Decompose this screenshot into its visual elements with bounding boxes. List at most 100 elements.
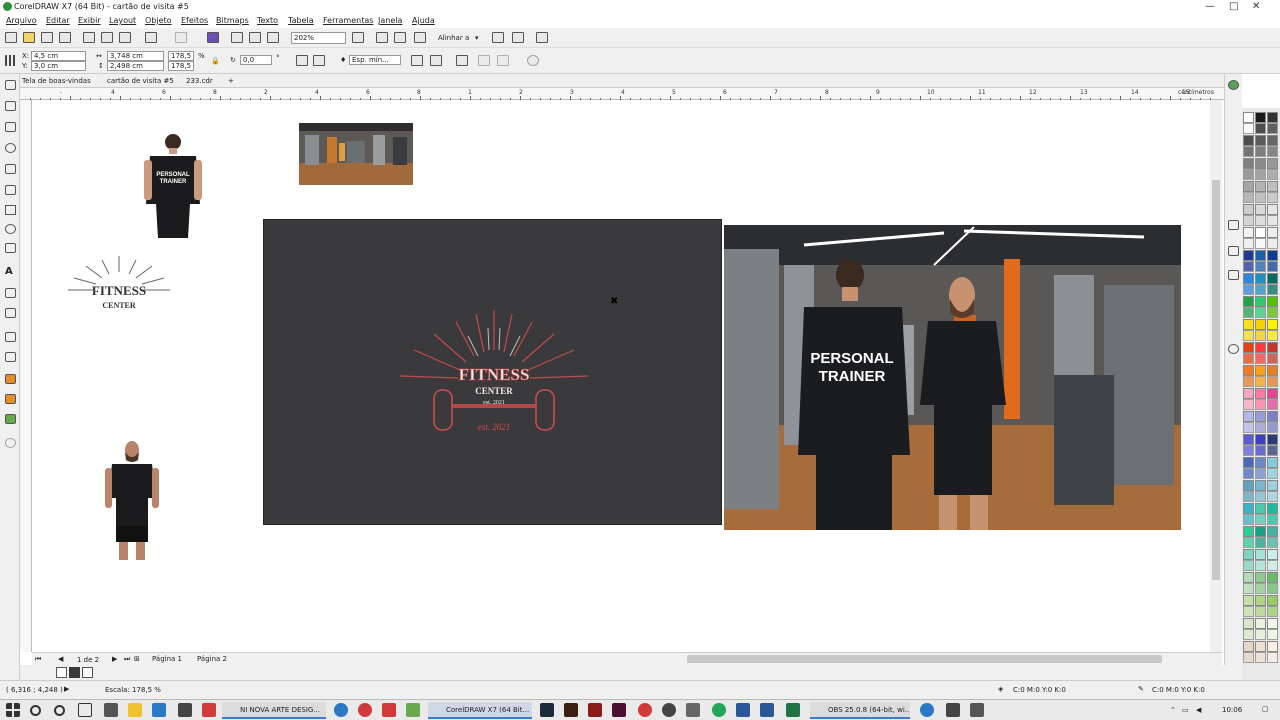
color-swatch[interactable] (1243, 296, 1254, 307)
color-swatch[interactable] (1267, 537, 1278, 548)
color-swatch[interactable] (1267, 261, 1278, 272)
object-manager-icon[interactable] (1228, 246, 1239, 256)
whatsapp-icon[interactable] (712, 703, 726, 717)
color-swatch[interactable] (1243, 250, 1254, 261)
illustrator-icon[interactable] (564, 703, 578, 717)
color-swatch[interactable] (1243, 261, 1254, 272)
color-swatch[interactable] (1267, 296, 1278, 307)
align-dropdown[interactable]: Alinhar a (438, 34, 469, 42)
tab-page-2[interactable]: Página 2 (197, 655, 227, 663)
tab-page-1[interactable]: Página 1 (152, 655, 182, 663)
color-swatch[interactable] (1243, 158, 1254, 169)
color-swatch[interactable] (1255, 273, 1266, 284)
snap-grid-icon[interactable] (394, 32, 406, 43)
color-swatch[interactable] (1267, 549, 1278, 560)
tab-233[interactable]: 233.cdr (186, 77, 213, 85)
color-swatch[interactable] (1255, 549, 1266, 560)
color-swatch[interactable] (1243, 514, 1254, 525)
pdf-icon[interactable] (588, 703, 602, 717)
color-swatch[interactable] (1255, 123, 1266, 134)
color-swatch[interactable] (1255, 181, 1266, 192)
color-swatch[interactable] (1267, 583, 1278, 594)
color-swatch[interactable] (1255, 112, 1266, 123)
y-position-input[interactable]: 3,0 cm (31, 61, 86, 71)
color-swatch[interactable] (1267, 652, 1278, 663)
tray-chevron-icon[interactable]: ⌃ (1170, 706, 1176, 714)
color-swatch[interactable] (1267, 411, 1278, 422)
hints-icon[interactable] (1228, 80, 1239, 90)
color-swatch[interactable] (1267, 135, 1278, 146)
color-swatch[interactable] (1255, 652, 1266, 663)
color-swatch[interactable] (1243, 319, 1254, 330)
horizontal-scrollbar[interactable] (632, 652, 1222, 665)
connector-tool-icon[interactable] (5, 308, 16, 318)
color-swatch[interactable] (1243, 342, 1254, 353)
color-swatch[interactable] (1267, 560, 1278, 571)
search-icon[interactable] (30, 705, 41, 716)
color-swatch[interactable] (1267, 491, 1278, 502)
color-swatch[interactable] (1255, 169, 1266, 180)
search-content-icon[interactable] (207, 32, 219, 43)
color-swatch[interactable] (1243, 135, 1254, 146)
zoom-level-select[interactable]: 202% (291, 32, 346, 44)
music-icon[interactable] (662, 703, 676, 717)
smart-fill-icon[interactable] (5, 414, 16, 424)
mail-icon[interactable] (152, 703, 166, 717)
color-swatch[interactable] (1267, 112, 1278, 123)
color-swatch[interactable] (1267, 572, 1278, 583)
taskbar-window-obs[interactable]: OBS 25.0.8 (64-bit, wi... (810, 702, 910, 719)
color-swatch[interactable] (1255, 445, 1266, 456)
color-swatch[interactable] (1243, 411, 1254, 422)
color-swatch[interactable] (1255, 399, 1266, 410)
redo-icon[interactable] (175, 32, 187, 43)
taskbar-window-coreldraw[interactable]: CorelDRAW X7 (64 Bit... (428, 702, 532, 719)
color-swatch[interactable] (1267, 215, 1278, 226)
publish-pdf-icon[interactable] (267, 32, 279, 43)
menu-layout[interactable]: Layout (109, 16, 136, 25)
color-styles-icon[interactable] (1228, 270, 1239, 280)
gym-thumbnail-image[interactable] (299, 123, 413, 185)
color-swatch[interactable] (1267, 353, 1278, 364)
color-swatch[interactable] (1243, 641, 1254, 652)
color-swatch[interactable] (1267, 227, 1278, 238)
color-swatch[interactable] (1243, 192, 1254, 203)
color-swatch[interactable] (1243, 526, 1254, 537)
color-swatch[interactable] (1255, 560, 1266, 571)
add-page-button[interactable]: ⊞ (134, 655, 140, 663)
color-swatch[interactable] (1243, 388, 1254, 399)
color-swatch[interactable] (1243, 572, 1254, 583)
color-swatch[interactable] (1267, 204, 1278, 215)
color-swatch[interactable] (1267, 342, 1278, 353)
freehand-tool-icon[interactable] (5, 164, 16, 174)
color-swatch[interactable] (1255, 480, 1266, 491)
color-swatch[interactable] (1267, 158, 1278, 169)
opera-icon[interactable] (358, 703, 372, 717)
app-icon-c[interactable] (946, 703, 960, 717)
color-swatch[interactable] (1243, 629, 1254, 640)
color-swatch[interactable] (1267, 307, 1278, 318)
color-swatch[interactable] (1243, 307, 1254, 318)
resample-icon[interactable] (497, 55, 509, 66)
color-swatch[interactable] (1243, 595, 1254, 606)
chrome-icon[interactable] (638, 703, 652, 717)
menu-janela[interactable]: Janela (378, 16, 402, 25)
launcher-icon[interactable] (536, 32, 548, 43)
color-swatch[interactable] (1255, 158, 1266, 169)
color-swatch[interactable] (1255, 468, 1266, 479)
color-swatch[interactable] (1255, 376, 1266, 387)
color-swatch[interactable] (1255, 641, 1266, 652)
menu-objeto[interactable]: Objeto (145, 16, 172, 25)
color-swatch[interactable] (1243, 445, 1254, 456)
color-swatch[interactable] (1243, 238, 1254, 249)
color-swatch[interactable] (1267, 422, 1278, 433)
ellipse-tool-icon[interactable] (5, 224, 16, 234)
snap-to-icon[interactable] (376, 32, 388, 43)
drawing-canvas[interactable]: PERSONAL TRAINER FITNESS CENTER FITNESS … (32, 100, 1210, 652)
maximize-button[interactable]: □ (1229, 1, 1238, 12)
rectangle-tool-icon[interactable] (5, 205, 16, 215)
color-swatch[interactable] (1255, 330, 1266, 341)
color-swatch[interactable] (1243, 353, 1254, 364)
open-folder-icon[interactable] (23, 32, 35, 43)
shape-tool-icon[interactable] (5, 101, 16, 111)
color-swatch[interactable] (1243, 376, 1254, 387)
